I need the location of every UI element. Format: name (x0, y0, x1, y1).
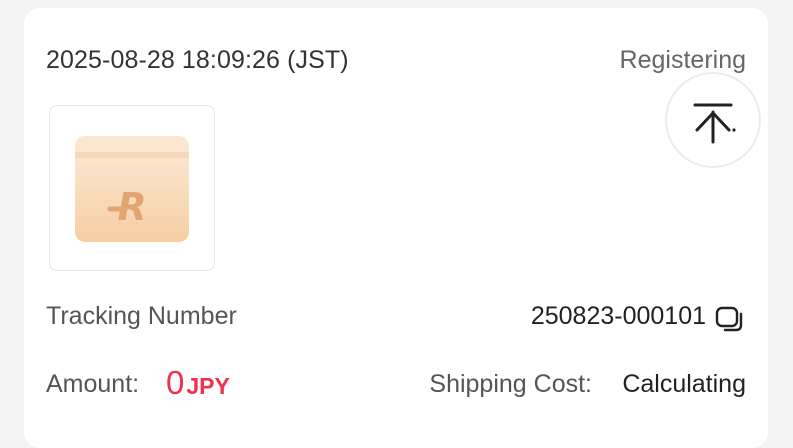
shipping-cost-value: Calculating (622, 370, 746, 398)
amount-value: 0JPY (166, 364, 230, 402)
amount-label: Amount: (46, 370, 140, 398)
shipping-cost-label: Shipping Cost: (429, 370, 592, 398)
order-status: Registering (619, 46, 746, 74)
order-card[interactable]: 2025-08-28 18:09:26 (JST) Registering R … (24, 8, 768, 448)
svg-text:R: R (117, 185, 146, 229)
amount-currency: JPY (186, 373, 230, 399)
order-thumbnail[interactable]: R (49, 105, 215, 271)
back-to-top-button[interactable] (665, 72, 761, 168)
copy-icon[interactable] (714, 304, 748, 334)
order-datetime: 2025-08-28 18:09:26 (JST) (46, 46, 349, 74)
arrow-up-to-top-icon (693, 103, 736, 144)
package-box-icon: R (75, 136, 189, 242)
amount-number: 0 (166, 364, 185, 401)
tracking-number-value: 250823-000101 (530, 302, 706, 330)
tracking-number-label: Tracking Number (46, 302, 237, 330)
